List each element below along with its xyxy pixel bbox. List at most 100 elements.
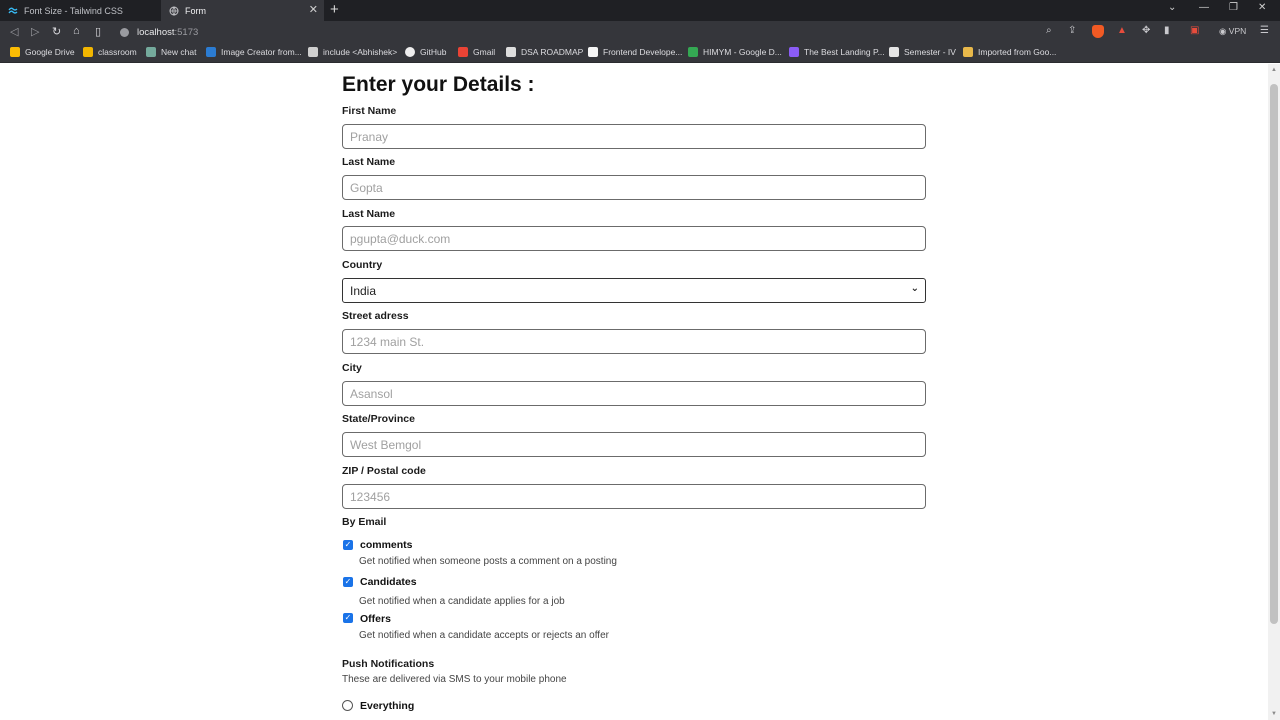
brave-rewards-icon[interactable]: ▲ <box>1117 25 1127 36</box>
globe-icon <box>169 6 179 16</box>
tab-title: Form <box>185 5 206 16</box>
brave-shields-icon[interactable] <box>1092 25 1104 38</box>
bookmark-item[interactable]: Gmail <box>458 47 495 57</box>
extensions-icon[interactable]: ✥ <box>1142 25 1150 36</box>
vpn-button[interactable]: ◉ VPN <box>1219 26 1246 37</box>
bing-icon <box>206 47 216 57</box>
bookmarks-bar: Google Drive classroom New chat Image Cr… <box>0 43 1280 63</box>
candidates-label: Candidates <box>360 576 417 588</box>
url-field[interactable]: localhost:5173 <box>120 24 1040 40</box>
vpn-label: VPN <box>1228 26 1247 36</box>
menu-icon[interactable]: ☰ <box>1260 25 1269 36</box>
bookmark-label: Gmail <box>473 47 496 57</box>
candidates-description: Get notified when a candidate applies fo… <box>359 596 565 607</box>
everything-radio[interactable] <box>342 700 353 711</box>
bookmark-item[interactable]: Image Creator from... <box>206 47 302 57</box>
bookmark-item[interactable]: Semester - IV <box>889 47 956 57</box>
window-close-icon[interactable]: ✕ <box>1258 2 1266 13</box>
bookmark-label: Semester - IV <box>904 47 956 57</box>
wallet-icon[interactable]: ▣ <box>1190 25 1199 36</box>
comments-description: Get notified when someone posts a commen… <box>359 556 617 567</box>
bookmark-item[interactable]: include <Abhishek> <box>308 47 397 57</box>
street-label: Street adress <box>342 310 409 322</box>
zip-input[interactable] <box>342 484 926 509</box>
bookmark-item[interactable]: classroom <box>83 47 137 57</box>
classroom-icon <box>83 47 93 57</box>
scrollbar-thumb[interactable] <box>1270 84 1278 624</box>
new-tab-icon[interactable]: + <box>330 1 339 18</box>
close-tab-icon[interactable]: ✕ <box>309 3 318 16</box>
city-input[interactable] <box>342 381 926 406</box>
bookmark-label: New chat <box>161 47 197 57</box>
scroll-down-icon[interactable]: ▼ <box>1271 711 1277 717</box>
tab-search-icon[interactable]: ⌄ <box>1168 2 1176 13</box>
forward-icon[interactable]: ▷ <box>31 25 39 38</box>
bookmark-item[interactable]: Google Drive <box>10 47 75 57</box>
bookmark-item[interactable]: New chat <box>146 47 196 57</box>
country-select[interactable]: India ⌄ <box>342 278 926 303</box>
country-value: India <box>350 283 377 298</box>
bookmark-item[interactable]: HIMYM - Google D... <box>688 47 782 57</box>
bookmark-item[interactable]: The Best Landing P... <box>789 47 885 57</box>
page-content: Enter your Details : First Name Last Nam… <box>0 64 1268 720</box>
back-icon[interactable]: ◁ <box>10 25 18 38</box>
sidebar-icon[interactable]: ▮ <box>1164 25 1170 36</box>
zoom-icon[interactable]: ⌕ <box>1046 25 1052 36</box>
bookmark-label: GitHub <box>420 47 447 57</box>
roadmap-icon <box>506 47 516 57</box>
home-icon[interactable]: ⌂ <box>73 25 80 37</box>
bookmark-label: DSA ROADMAP <box>521 47 584 57</box>
bookmark-item[interactable]: Frontend Develope... <box>588 47 682 57</box>
email-input[interactable] <box>342 226 926 251</box>
chevron-down-icon: ⌄ <box>910 283 919 294</box>
comments-checkbox[interactable]: ✓ <box>343 540 353 550</box>
gmail-icon <box>458 47 468 57</box>
frontend-icon <box>588 47 598 57</box>
scrollbar[interactable]: ▲ ▼ <box>1268 64 1280 720</box>
chatgpt-icon <box>146 47 156 57</box>
offers-label: Offers <box>360 613 391 625</box>
bookmark-label: classroom <box>98 47 137 57</box>
offers-checkbox[interactable]: ✓ <box>343 613 353 623</box>
first-name-input[interactable] <box>342 124 926 149</box>
bookmark-label: include <Abhishek> <box>323 47 398 57</box>
bookmark-item[interactable]: GitHub <box>405 47 446 57</box>
bookmark-label: HIMYM - Google D... <box>703 47 782 57</box>
url-port: :5173 <box>174 26 199 38</box>
comments-label: comments <box>360 539 413 551</box>
street-input[interactable] <box>342 329 926 354</box>
tailwind-icon <box>8 6 18 16</box>
share-icon[interactable]: ⇪ <box>1068 25 1076 36</box>
zip-label: ZIP / Postal code <box>342 465 426 477</box>
bookmark-label: Frontend Develope... <box>603 47 683 57</box>
form-title: Enter your Details : <box>342 73 535 96</box>
bookmark-folder[interactable]: Imported from Goo... <box>963 47 1056 57</box>
reload-icon[interactable]: ↻ <box>52 25 61 38</box>
landing-icon <box>789 47 799 57</box>
tab-title: Font Size - Tailwind CSS <box>24 5 123 16</box>
bookmark-item[interactable]: DSA ROADMAP <box>506 47 583 57</box>
city-label: City <box>342 362 362 374</box>
candidates-checkbox[interactable]: ✓ <box>343 577 353 587</box>
bookmark-icon[interactable]: ▯ <box>95 25 101 38</box>
bookmark-label: Google Drive <box>25 47 75 57</box>
tab-font-size[interactable]: Font Size - Tailwind CSS <box>0 0 160 21</box>
bookmark-label: Image Creator from... <box>221 47 302 57</box>
scroll-up-icon[interactable]: ▲ <box>1271 67 1277 73</box>
minimize-icon[interactable]: — <box>1199 2 1209 13</box>
state-label: State/Province <box>342 413 415 425</box>
offers-description: Get notified when a candidate accepts or… <box>359 630 609 641</box>
everything-label: Everything <box>360 700 415 712</box>
email-label: Last Name <box>342 208 396 220</box>
last-name-input[interactable] <box>342 175 926 200</box>
drive-icon <box>10 47 20 57</box>
state-input[interactable] <box>342 432 926 457</box>
address-bar: ◁ ▷ ↻ ⌂ ▯ localhost:5173 ⌕ ⇪ ▲ ✥ ▮ ▣ ◉ V… <box>0 21 1280 43</box>
tab-form[interactable]: Form ✕ <box>161 0 324 21</box>
google-drive-icon <box>688 47 698 57</box>
hash-icon <box>308 47 318 57</box>
restore-icon[interactable]: ❐ <box>1229 2 1238 13</box>
first-name-label: First Name <box>342 105 397 117</box>
site-info-icon[interactable] <box>120 27 129 37</box>
push-description: These are delivered via SMS to your mobi… <box>342 674 567 685</box>
